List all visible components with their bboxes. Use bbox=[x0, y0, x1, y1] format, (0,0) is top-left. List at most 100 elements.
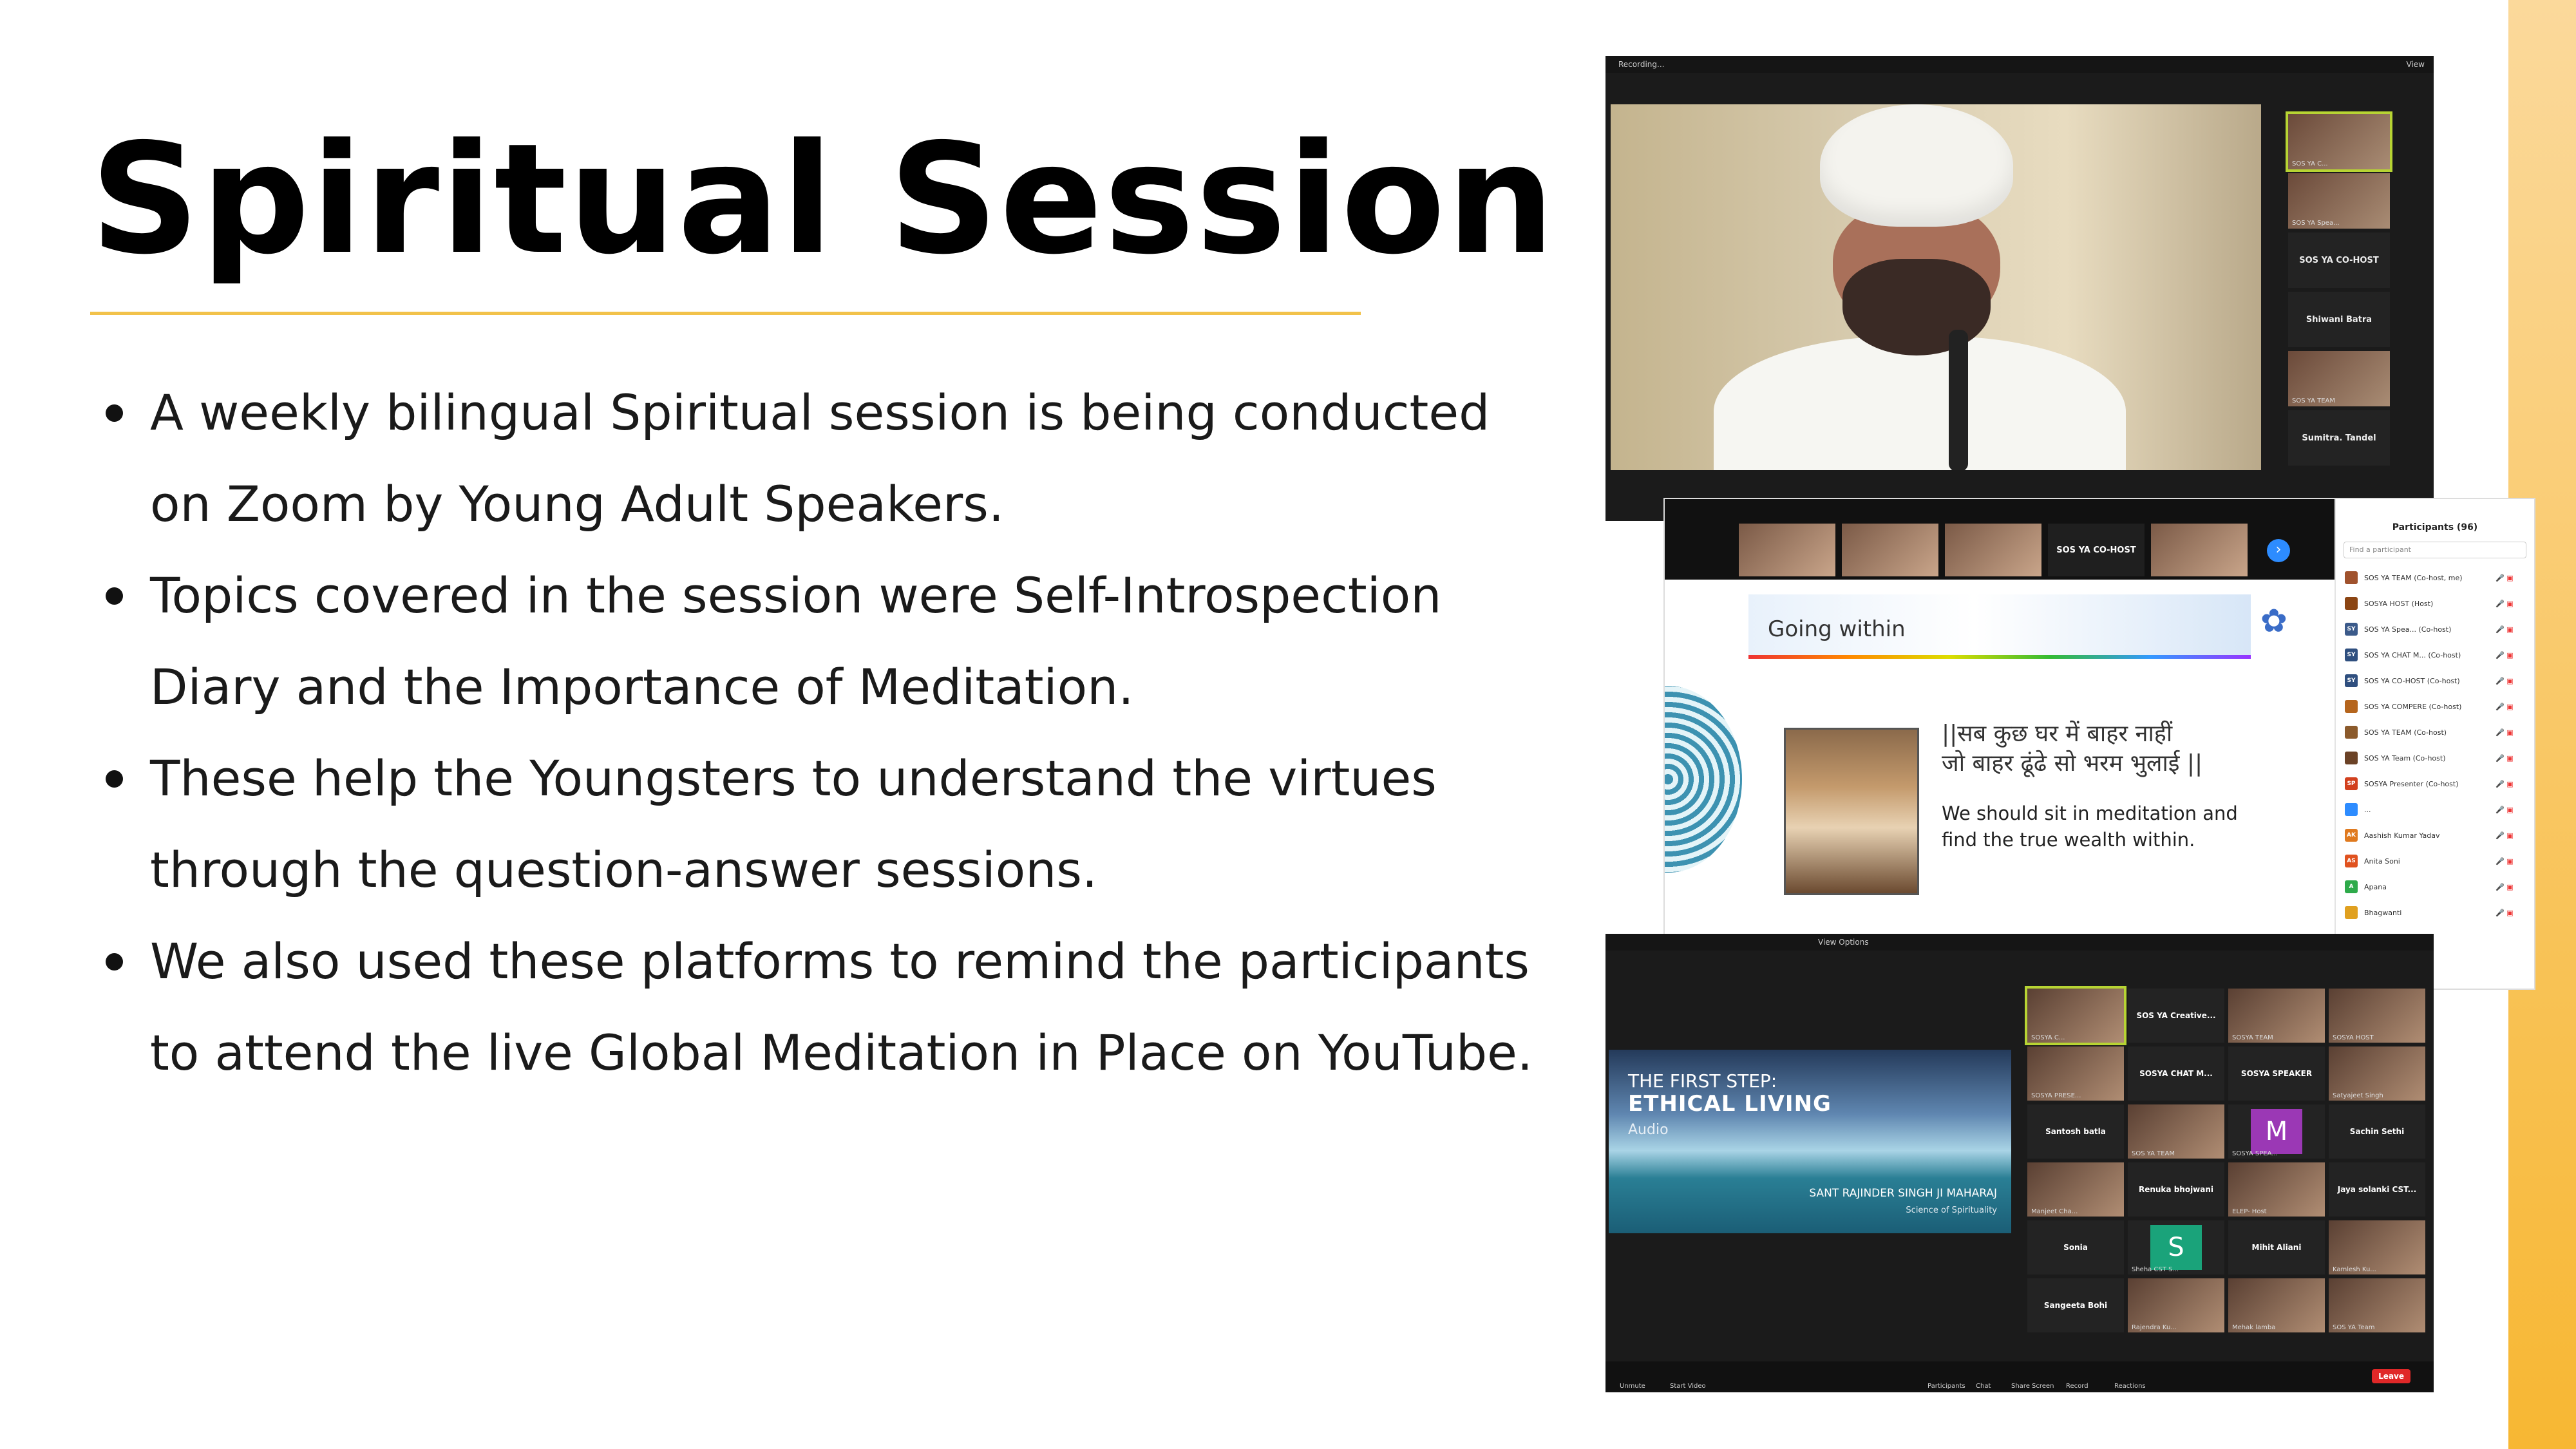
participant-row[interactable]: SY SOS YA CHAT M... (Co-host) 🎤 ▣ bbox=[2336, 642, 2534, 668]
participant-tile[interactable] bbox=[1945, 524, 2041, 576]
participant-avatar: SY bbox=[2345, 623, 2358, 636]
participant-row[interactable]: Bhagwanti 🎤 ▣ bbox=[2336, 900, 2534, 925]
tile-caption: SOS YA TEAM bbox=[2132, 1150, 2175, 1157]
tile-caption: SOSYA TEAM bbox=[2232, 1034, 2273, 1041]
slide-heading: ETHICAL LIVING bbox=[1628, 1091, 1832, 1117]
speaker-turban bbox=[1820, 104, 2013, 227]
tile-caption: Satyajeet Singh bbox=[2333, 1092, 2383, 1099]
participant-row[interactable]: SY SOS YA CO-HOST (Co-host) 🎤 ▣ bbox=[2336, 668, 2534, 694]
participant-tile[interactable]: Shiwani Batra bbox=[2288, 292, 2390, 347]
participant-tile[interactable] bbox=[2151, 524, 2248, 576]
view-options-button[interactable]: View Options bbox=[1818, 938, 1869, 947]
gallery-tile[interactable]: SOS YA Creative... bbox=[2128, 989, 2224, 1043]
participant-avatar bbox=[2345, 803, 2358, 816]
participant-row[interactable]: SY SOS YA Spea... (Co-host) 🎤 ▣ bbox=[2336, 616, 2534, 642]
gallery-tile[interactable]: Jaya solanki CST... bbox=[2329, 1162, 2425, 1217]
gallery-tile[interactable]: SOS YA TEAM bbox=[2128, 1104, 2224, 1159]
toolbar-button[interactable]: Unmute bbox=[1620, 1383, 1645, 1390]
participant-tile[interactable]: SOS YA CO-HOST bbox=[2288, 232, 2390, 288]
mute-status-icon: 🎤 ▣ bbox=[2496, 753, 2514, 762]
mute-status-icon: 🎤 ▣ bbox=[2496, 625, 2514, 634]
participant-tile[interactable] bbox=[1842, 524, 1938, 576]
gallery-tile[interactable]: Renuka bhojwani bbox=[2128, 1162, 2224, 1217]
participant-name: Apana bbox=[2364, 882, 2387, 891]
toolbar-button[interactable]: Share Screen bbox=[2011, 1383, 2054, 1390]
participant-row[interactable]: ... 🎤 ▣ bbox=[2336, 797, 2534, 822]
participant-name: ... bbox=[2364, 805, 2371, 814]
gallery-tile[interactable]: Santosh batla bbox=[2027, 1104, 2124, 1159]
gallery-tile[interactable]: M SOSYA SPEA... bbox=[2228, 1104, 2325, 1159]
participant-row[interactable]: A Apana 🎤 ▣ bbox=[2336, 874, 2534, 900]
participant-row[interactable]: SOS YA Team (Co-host) 🎤 ▣ bbox=[2336, 745, 2534, 771]
view-button[interactable]: View bbox=[2407, 60, 2425, 69]
tile-caption: SOSYA C... bbox=[2031, 1034, 2065, 1041]
speaker-shirt bbox=[1714, 336, 2126, 470]
zoom-top-bar: View Options bbox=[1605, 934, 2434, 951]
toolbar-button[interactable]: Record bbox=[2066, 1383, 2088, 1390]
mute-status-icon: 🎤 ▣ bbox=[2496, 650, 2514, 659]
participant-tile[interactable] bbox=[1739, 524, 1835, 576]
tile-caption: Kamlesh Ku... bbox=[2333, 1266, 2376, 1273]
participant-row[interactable]: SOS YA COMPERE (Co-host) 🎤 ▣ bbox=[2336, 694, 2534, 719]
participant-avatar bbox=[2345, 571, 2358, 584]
tile-caption: Sheha CST S... bbox=[2132, 1266, 2179, 1273]
participant-row[interactable]: SP SOSYA Presenter (Co-host) 🎤 ▣ bbox=[2336, 771, 2534, 797]
tile-caption: Rajendra Ku... bbox=[2132, 1324, 2177, 1331]
gallery-tile[interactable]: SOSYA SPEAKER bbox=[2228, 1046, 2325, 1101]
gallery-tile[interactable]: SOSYA HOST bbox=[2329, 989, 2425, 1043]
participant-tile[interactable]: SOS YA C... bbox=[2286, 111, 2392, 172]
participant-name: SOS YA COMPERE (Co-host) bbox=[2364, 702, 2462, 711]
participant-tile[interactable]: Sumitra. Tandel bbox=[2288, 410, 2390, 466]
participant-row[interactable]: AS Anita Soni 🎤 ▣ bbox=[2336, 848, 2534, 874]
mandala-decoration bbox=[1665, 686, 1742, 873]
toolbar-button[interactable]: Chat bbox=[1976, 1383, 1991, 1390]
gallery-tile[interactable]: Mehak lamba bbox=[2228, 1278, 2325, 1332]
saint-portrait bbox=[1784, 728, 1919, 895]
participant-row[interactable]: SOSYA HOST (Host) 🎤 ▣ bbox=[2336, 591, 2534, 616]
gallery-tile[interactable]: Sangeeta Bohi bbox=[2027, 1278, 2124, 1332]
participant-name: Aashish Kumar Yadav bbox=[2364, 831, 2440, 840]
participant-tile[interactable]: SOS YA TEAM bbox=[2288, 351, 2390, 406]
participant-row[interactable]: SOS YA TEAM (Co-host) 🎤 ▣ bbox=[2336, 719, 2534, 745]
participant-avatar bbox=[2345, 752, 2358, 764]
mute-status-icon: 🎤 ▣ bbox=[2496, 702, 2514, 711]
participant-avatar: AS bbox=[2345, 855, 2358, 867]
gallery-tile[interactable]: Manjeet Cha... bbox=[2027, 1162, 2124, 1217]
gallery-tile[interactable]: Sonia bbox=[2027, 1220, 2124, 1274]
gallery-tile[interactable]: SOSYA PRESE... bbox=[2027, 1046, 2124, 1101]
toolbar-button[interactable]: Participants bbox=[1927, 1383, 1965, 1390]
next-page-icon[interactable]: › bbox=[2267, 539, 2290, 562]
participant-row[interactable]: AK Aashish Kumar Yadav 🎤 ▣ bbox=[2336, 822, 2534, 848]
gallery-tile[interactable]: Rajendra Ku... bbox=[2128, 1278, 2224, 1332]
gallery-tile[interactable]: SOSYA CHAT M... bbox=[2128, 1046, 2224, 1101]
gallery-tile[interactable]: Satyajeet Singh bbox=[2329, 1046, 2425, 1101]
participant-tile[interactable]: SOS YA Spea... bbox=[2288, 173, 2390, 229]
toolbar-button[interactable]: Reactions bbox=[2114, 1383, 2146, 1390]
gallery-tile[interactable]: Kamlesh Ku... bbox=[2329, 1220, 2425, 1274]
toolbar-button[interactable]: Start Video bbox=[1670, 1383, 1706, 1390]
mute-status-icon: 🎤 ▣ bbox=[2496, 728, 2514, 737]
participant-strip: SOS YA C... SOS YA Spea... SOS YA CO-HOS… bbox=[2286, 111, 2398, 469]
gallery-tile[interactable]: ELEP- Host bbox=[2228, 1162, 2325, 1217]
avatar-initial: S bbox=[2150, 1225, 2202, 1270]
gallery-tile[interactable]: SOS YA Team bbox=[2329, 1278, 2425, 1332]
participant-avatar bbox=[2345, 906, 2358, 919]
participant-strip: SOS YA CO-HOST › bbox=[1665, 499, 2334, 580]
leave-button[interactable]: Leave bbox=[2372, 1369, 2410, 1383]
participant-tile[interactable]: SOS YA CO-HOST bbox=[2048, 524, 2145, 576]
gallery-tile[interactable]: SOSYA TEAM bbox=[2228, 989, 2325, 1043]
gallery-tile[interactable]: S Sheha CST S... bbox=[2128, 1220, 2224, 1274]
participant-avatar: SY bbox=[2345, 649, 2358, 661]
participant-avatar: SY bbox=[2345, 674, 2358, 687]
participant-row[interactable]: SOS YA TEAM (Co-host, me) 🎤 ▣ bbox=[2336, 565, 2534, 591]
tile-caption: SOSYA HOST bbox=[2333, 1034, 2374, 1041]
zoom-top-bar: Recording... View bbox=[1605, 56, 2434, 73]
gallery-tile[interactable]: SOSYA C... bbox=[2025, 986, 2126, 1045]
gallery-tile[interactable]: Mihit Aliani bbox=[2228, 1220, 2325, 1274]
zoom-presentation-screenshot: SOS YA CO-HOST › Going within ✿ ||सब कुछ… bbox=[1665, 499, 2534, 989]
find-participant-input[interactable]: Find a participant bbox=[2344, 542, 2526, 558]
slide-line: THE FIRST STEP: bbox=[1628, 1070, 1777, 1092]
tile-caption: ELEP- Host bbox=[2232, 1208, 2267, 1215]
gallery-tile[interactable]: Sachin Sethi bbox=[2329, 1104, 2425, 1159]
hindi-verse: ||सब कुछ घर में बाहर नाहीं जो बाहर ढूंढे… bbox=[1942, 719, 2202, 779]
